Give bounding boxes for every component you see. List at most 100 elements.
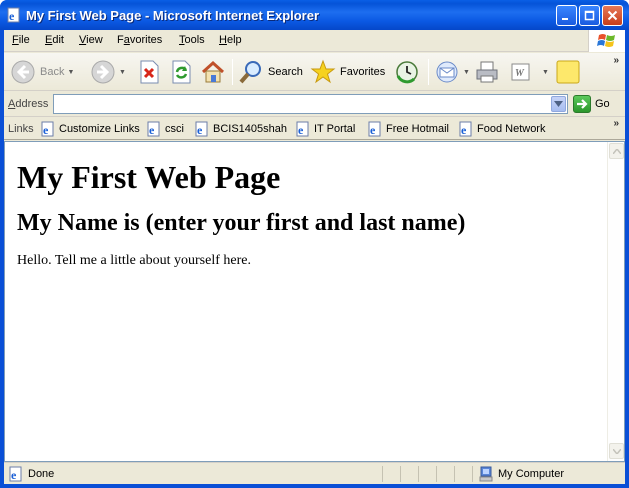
search-icon <box>239 61 261 84</box>
security-zone: My Computer <box>478 466 564 482</box>
edit-with-word-button[interactable]: W ▼ <box>510 58 549 86</box>
web-page-document: My First Web Page My Name is (enter your… <box>5 142 608 461</box>
back-arrow-icon <box>11 60 35 84</box>
favorites-button[interactable]: Favorites <box>310 58 385 86</box>
link-item-it-portal[interactable]: e IT Portal <box>295 121 355 137</box>
home-button[interactable] <box>200 58 226 86</box>
go-button[interactable]: Go <box>573 94 610 114</box>
address-input[interactable] <box>53 94 568 114</box>
status-divider <box>436 466 437 482</box>
menu-help[interactable]: Help <box>219 34 242 46</box>
note-icon <box>556 60 580 84</box>
address-label: Address <box>8 98 49 110</box>
mail-button[interactable]: ▼ <box>434 58 470 86</box>
stop-button[interactable] <box>138 58 160 86</box>
links-label: Links <box>8 123 34 135</box>
svg-text:W: W <box>515 68 525 79</box>
page-paragraph: Hello. Tell me a little about yourself h… <box>17 253 251 268</box>
minimize-button[interactable] <box>556 5 577 26</box>
page-heading: My First Web Page <box>17 159 281 195</box>
my-computer-icon <box>479 466 493 482</box>
maximize-button[interactable] <box>579 5 600 26</box>
mail-dropdown-icon[interactable]: ▼ <box>463 69 470 76</box>
link-item-food-network[interactable]: e Food Network <box>458 121 545 137</box>
status-text: Done <box>28 468 55 480</box>
status-divider <box>472 466 473 482</box>
search-button[interactable]: Search <box>238 58 303 86</box>
links-chevron-icon[interactable]: » <box>613 118 619 129</box>
forward-arrow-icon <box>91 60 115 84</box>
vertical-scrollbar[interactable] <box>607 142 624 461</box>
ie-link-icon: e <box>296 121 309 137</box>
ie-link-icon: e <box>147 121 160 137</box>
stop-icon <box>140 60 159 84</box>
status-bar: e Done My Computer <box>4 462 625 484</box>
toolbar-separator <box>428 59 429 85</box>
menu-view[interactable]: View <box>79 34 103 46</box>
svg-text:e: e <box>197 123 203 137</box>
toolbar-separator <box>232 59 233 85</box>
chevron-down-icon <box>612 448 621 454</box>
window-client: File Edit View Favorites Tools Help Back… <box>4 30 625 484</box>
favorites-star-icon <box>310 59 336 84</box>
go-label: Go <box>595 98 610 110</box>
status-divider <box>454 466 455 482</box>
scroll-up-button[interactable] <box>609 143 624 159</box>
windows-flag-icon <box>588 30 625 52</box>
status-divider <box>418 466 419 482</box>
go-arrow-icon <box>573 95 591 113</box>
ie-page-icon: e <box>9 466 22 482</box>
zone-text: My Computer <box>498 468 565 480</box>
discuss-button[interactable] <box>556 58 580 86</box>
link-item-csci[interactable]: e csci <box>146 121 184 137</box>
history-icon <box>396 61 418 84</box>
ie-window: e My First Web Page - Microsoft Internet… <box>0 0 629 488</box>
history-button[interactable] <box>394 58 420 86</box>
menu-tools[interactable]: Tools <box>179 34 205 46</box>
refresh-icon <box>172 60 191 84</box>
link-item-bcis1405shah[interactable]: e BCIS1405shah <box>194 121 287 137</box>
close-button[interactable] <box>602 5 623 26</box>
search-label: Search <box>268 66 303 78</box>
home-icon <box>201 60 225 83</box>
forward-button[interactable]: ▼ <box>90 58 126 86</box>
address-bar: Address Go <box>4 92 625 117</box>
status-divider <box>382 466 383 482</box>
window-title: My First Web Page - Microsoft Internet E… <box>26 8 320 23</box>
menu-favorites[interactable]: Favorites <box>117 34 162 46</box>
svg-text:e: e <box>149 123 155 137</box>
scroll-down-button[interactable] <box>609 443 624 459</box>
printer-icon <box>476 61 498 83</box>
svg-text:e: e <box>461 123 467 137</box>
forward-dropdown-icon[interactable]: ▼ <box>119 69 126 76</box>
svg-text:e: e <box>298 123 304 137</box>
ie-link-icon: e <box>195 121 208 137</box>
address-dropdown-button[interactable] <box>551 96 566 112</box>
menu-file[interactable]: File <box>12 34 30 46</box>
link-item-customize-links[interactable]: e Customize Links <box>40 121 140 137</box>
back-dropdown-icon[interactable]: ▼ <box>67 69 74 76</box>
status-text-area: e Done <box>8 466 54 482</box>
word-icon: W <box>511 63 530 81</box>
back-button[interactable]: Back ▼ <box>10 58 74 86</box>
print-button[interactable] <box>474 58 500 86</box>
refresh-button[interactable] <box>170 58 192 86</box>
svg-text:e: e <box>43 123 49 137</box>
ie-link-icon: e <box>41 121 54 137</box>
ie-link-icon: e <box>459 121 472 137</box>
edit-dropdown-icon[interactable]: ▼ <box>542 69 549 76</box>
ie-page-icon[interactable]: e <box>6 7 22 23</box>
link-item-free-hotmail[interactable]: e Free Hotmail <box>367 121 449 137</box>
ie-link-icon: e <box>368 121 381 137</box>
page-subheading: My Name is (enter your first and last na… <box>17 210 466 236</box>
favorites-label: Favorites <box>340 66 386 78</box>
menu-bar: File Edit View Favorites Tools Help <box>4 30 625 52</box>
mail-icon <box>436 61 458 83</box>
back-label: Back <box>40 66 65 78</box>
svg-text:e: e <box>370 123 376 137</box>
status-divider <box>400 466 401 482</box>
svg-text:e: e <box>11 468 17 482</box>
toolbar-chevron-icon[interactable]: » <box>613 55 619 66</box>
title-bar[interactable]: e My First Web Page - Microsoft Internet… <box>0 0 629 30</box>
menu-edit[interactable]: Edit <box>45 34 64 46</box>
